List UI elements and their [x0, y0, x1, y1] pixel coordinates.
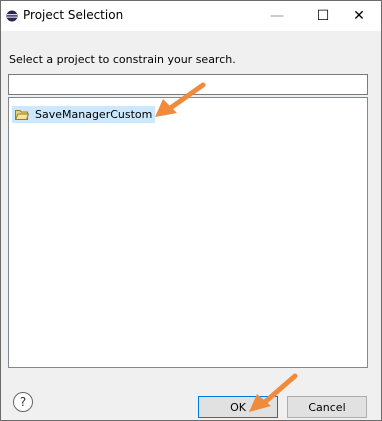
- project-filter-input[interactable]: [8, 74, 368, 95]
- title-bar[interactable]: Project Selection — ☐ ✕: [1, 1, 381, 31]
- minimize-button[interactable]: —: [255, 1, 299, 31]
- cancel-button[interactable]: Cancel: [287, 396, 367, 418]
- help-button[interactable]: ?: [13, 392, 33, 412]
- project-list[interactable]: SaveManagerCustom: [8, 97, 368, 368]
- list-item-label: SaveManagerCustom: [35, 108, 153, 121]
- project-selection-dialog: Project Selection — ☐ ✕ Select a project…: [0, 0, 382, 421]
- window-title: Project Selection: [23, 8, 124, 22]
- instruction-label: Select a project to constrain your searc…: [9, 53, 236, 66]
- close-button[interactable]: ✕: [337, 1, 381, 31]
- ok-button[interactable]: OK: [198, 396, 278, 418]
- eclipse-icon: [6, 10, 18, 22]
- list-item-savemanagercustom[interactable]: SaveManagerCustom: [12, 106, 156, 123]
- open-folder-icon: [15, 109, 29, 120]
